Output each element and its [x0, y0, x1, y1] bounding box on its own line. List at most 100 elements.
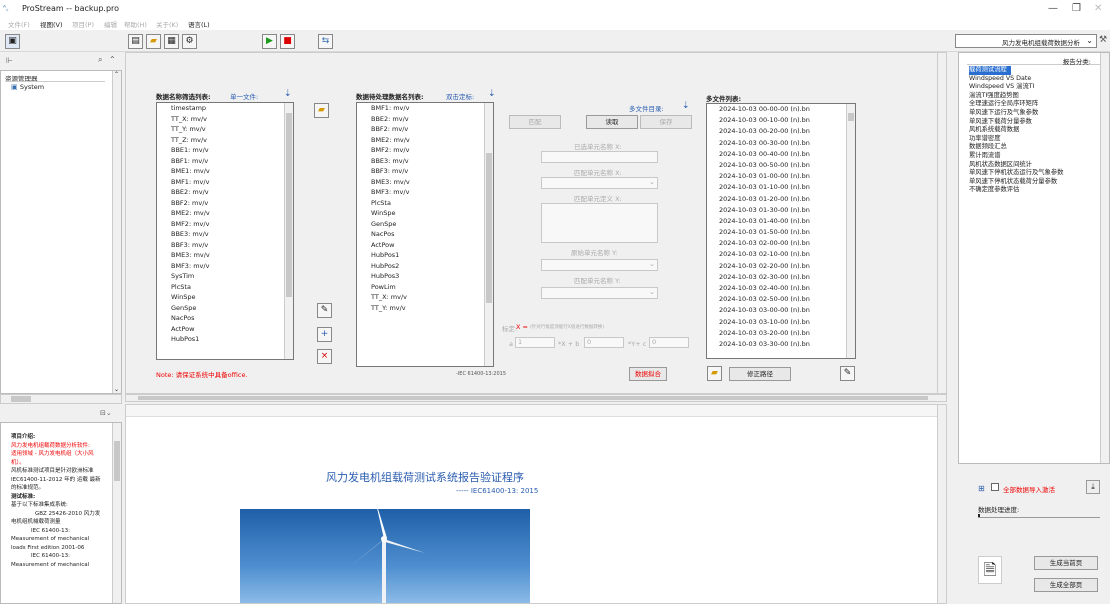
pending-list-item[interactable]: BBE2: mv/v [357, 114, 493, 125]
filter-list-item[interactable]: SysTim [157, 271, 293, 282]
search-icon[interactable]: ⌕ [98, 55, 102, 65]
pending-list-item[interactable]: NacPos [357, 229, 493, 240]
filter-list-item[interactable]: BBF2: mv/v [157, 198, 293, 209]
form-scrollbar[interactable] [937, 53, 946, 393]
file-list-item[interactable]: 2024-10-03 02-00-00 (n).bn [707, 238, 855, 249]
scroll-down-icon[interactable]: ⌄ [114, 386, 119, 393]
maximize-icon[interactable]: ❐ [1072, 3, 1081, 14]
pending-list-item[interactable]: BME2: mv/v [357, 135, 493, 146]
b-input[interactable]: 0 [584, 337, 624, 348]
pending-list-item[interactable]: WinSpe [357, 208, 493, 219]
a-input[interactable]: 1 [515, 337, 555, 348]
tools-icon[interactable]: ⚒ [1099, 35, 1107, 45]
file-list-item[interactable]: 2024-10-03 00-40-00 (n).bn [707, 149, 855, 160]
report-category-item[interactable]: 单风速下运行及气象参数 [969, 109, 1101, 118]
report-category-list[interactable]: 载荷测试流程 Windspeed VS Date Windspeed VS 湍流TI… [969, 66, 1101, 195]
filter-list-item[interactable]: BBF3: mv/v [157, 240, 293, 251]
collapse-icon[interactable]: ⌃ [109, 55, 116, 64]
filter-list-item[interactable]: timestamp [157, 103, 293, 114]
sort-down-icon-3[interactable]: ⇣ [682, 101, 690, 111]
analysis-dropdown[interactable]: 风力发电机组载荷数据分析 ⌄ [955, 34, 1097, 48]
pending-list-item[interactable]: ActPow [357, 240, 493, 251]
sort-down-icon-2[interactable]: ⇣ [488, 89, 496, 99]
settings-icon[interactable]: ⚙ [182, 34, 197, 49]
open-folder-button[interactable]: ▰ [314, 103, 329, 118]
filter-list-item[interactable]: WinSpe [157, 292, 293, 303]
pending-list-item[interactable]: BMF2: mv/v [357, 145, 493, 156]
add-icon[interactable]: + [317, 327, 332, 342]
c-input[interactable]: 0 [649, 337, 689, 348]
file-list-item[interactable]: 2024-10-03 02-50-00 (n).bn [707, 294, 855, 305]
report-category-item[interactable]: 数据频段汇总 [969, 143, 1101, 152]
file-list-item[interactable]: 2024-10-03 01-30-00 (n).bn [707, 205, 855, 216]
download-icon[interactable]: ⤓ [1086, 480, 1100, 494]
pending-list-item[interactable]: TT_X: mv/v [357, 292, 493, 303]
file-list-item[interactable]: 2024-10-03 02-40-00 (n).bn [707, 283, 855, 294]
report-category-item[interactable]: 载荷测试流程 [969, 66, 1011, 75]
filter-list-item[interactable]: BME2: mv/v [157, 208, 293, 219]
file-list-item[interactable]: 2024-10-03 03-20-00 (n).bn [707, 328, 855, 339]
filter-list-item[interactable]: TT_Y: mv/v [157, 124, 293, 135]
filter-list-item[interactable]: TT_Z: mv/v [157, 135, 293, 146]
menu-view[interactable]: 视图(V) [40, 19, 63, 29]
pending-list-item[interactable]: HubPos1 [357, 250, 493, 261]
read-button[interactable]: 读取 [586, 115, 638, 129]
report-category-item[interactable]: 单风速下停机状态运行及气象参数 [969, 169, 1101, 178]
file-list-item[interactable]: 2024-10-03 03-30-00 (n).bn [707, 339, 855, 350]
pending-list-item[interactable]: HubPos3 [357, 271, 493, 282]
report-category-item[interactable]: 风机系统载荷数据 [969, 126, 1101, 135]
close-icon[interactable]: ✕ [1094, 3, 1102, 14]
menu-about[interactable]: 关于(K) [156, 19, 178, 29]
info-scrollbar[interactable] [112, 423, 121, 603]
filter-list-item[interactable]: BMF1: mv/v [157, 177, 293, 188]
multi-dir-link[interactable]: 多文件目录: [629, 103, 664, 113]
pending-list-item[interactable]: HubPos2 [357, 261, 493, 272]
menu-project[interactable]: 项目(P) [72, 19, 94, 29]
hscroll-thumb[interactable] [11, 396, 31, 402]
save-icon[interactable]: ▦ [164, 34, 179, 49]
menu-language[interactable]: 语言(L) [188, 19, 210, 29]
file-list-item[interactable]: 2024-10-03 00-20-00 (n).bn [707, 126, 855, 137]
file-list-item[interactable]: 2024-10-03 03-00-00 (n).bn [707, 305, 855, 316]
menu-file[interactable]: 文件(F) [8, 19, 30, 29]
multi-file-list[interactable]: 2024-10-03 00-00-00 (n).bn 2024-10-03 00-… [706, 103, 856, 359]
pending-list-item[interactable]: BBF3: mv/v [357, 166, 493, 177]
menu-edit[interactable]: 编辑 [104, 19, 117, 29]
run-icon[interactable]: ▶ [262, 34, 277, 49]
minimize-icon[interactable]: — [1048, 3, 1058, 14]
multi-file-scrollbar[interactable] [846, 104, 855, 358]
pending-list[interactable]: BMF1: mv/v BBE2: mv/v BBF2: mv/v BME2: mv/v… [356, 102, 494, 367]
pencil-icon[interactable]: ✎ [317, 303, 332, 318]
filter-list-item[interactable]: BBF1: mv/v [157, 156, 293, 167]
pending-list-item[interactable]: PlcSta [357, 198, 493, 209]
pending-list-item[interactable]: BME3: mv/v [357, 177, 493, 188]
layout-icon[interactable]: ⇆ [318, 34, 333, 49]
new-file-icon[interactable]: ▤ [128, 34, 143, 49]
match-y-select[interactable]: ⌄ [541, 287, 658, 299]
filter-list-item[interactable]: BME1: mv/v [157, 166, 293, 177]
generate-current-button[interactable]: 生成当前页 [1034, 556, 1098, 570]
save-button[interactable]: 保存 [640, 115, 692, 129]
match-x-select[interactable]: ⌄ [541, 177, 658, 189]
pending-list-scrollbar[interactable] [484, 103, 493, 366]
match-def-x-input[interactable] [541, 203, 658, 243]
filter-list-item[interactable]: GenSpe [157, 303, 293, 314]
pending-list-item[interactable]: BMF3: mv/v [357, 187, 493, 198]
pending-list-item[interactable]: BBE3: mv/v [357, 156, 493, 167]
report-category-item[interactable]: 不确定度参数评估 [969, 186, 1101, 195]
selected-x-input[interactable] [541, 151, 658, 163]
filter-list-scrollbar[interactable] [284, 103, 293, 359]
filter-list-item[interactable]: BMF3: mv/v [157, 261, 293, 272]
report-category-item[interactable]: 全理速运行全局序环矩阵 [969, 100, 1101, 109]
explorer-toggle-icon[interactable]: ▣ [5, 34, 20, 49]
file-list-item[interactable]: 2024-10-03 00-00-00 (n).bn [707, 104, 855, 115]
pending-list-item[interactable]: TT_Y: mv/v [357, 303, 493, 314]
open-folder-button-2[interactable]: ▰ [707, 366, 722, 381]
data-fit-button[interactable]: 数据拟合 [629, 367, 667, 381]
file-list-item[interactable]: 2024-10-03 01-50-00 (n).bn [707, 227, 855, 238]
form-hscroll[interactable] [125, 394, 947, 402]
file-list-item[interactable]: 2024-10-03 02-30-00 (n).bn [707, 272, 855, 283]
match-button[interactable]: 匹配 [509, 115, 561, 129]
file-list-item[interactable]: 2024-10-03 01-10-00 (n).bn [707, 182, 855, 193]
scroll-up-icon[interactable]: ⌃ [114, 71, 119, 78]
